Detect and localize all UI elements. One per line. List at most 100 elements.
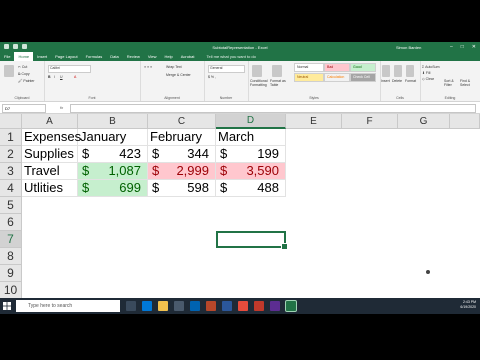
row-header-3[interactable]: 3: [0, 163, 22, 180]
worksheet-grid[interactable]: A B C D E F G 1 2 3 4 5 6 7 8 9 10 Expen…: [0, 114, 480, 302]
tab-page-layout[interactable]: Page Layout: [51, 52, 81, 61]
clock-date[interactable]: 6/19/2020: [460, 305, 476, 310]
select-all-corner[interactable]: [0, 114, 22, 129]
cell-c4[interactable]: $598: [148, 180, 216, 197]
chrome-icon[interactable]: [238, 301, 248, 311]
tab-insert[interactable]: Insert: [33, 52, 51, 61]
italic-button[interactable]: I: [54, 75, 55, 79]
active-cell-d7[interactable]: [216, 231, 288, 250]
minimize-icon[interactable]: –: [450, 44, 453, 50]
format-button[interactable]: Format: [405, 79, 416, 83]
style-good[interactable]: Good: [350, 63, 376, 72]
number-format-select[interactable]: General: [208, 65, 245, 73]
onenote-icon[interactable]: [270, 301, 280, 311]
font-name-select[interactable]: Calibri: [48, 65, 91, 73]
column-header-b[interactable]: B: [78, 114, 148, 129]
format-painter-icon[interactable]: 🖌 Painter: [18, 79, 35, 83]
currency-icon[interactable]: $ % ,: [208, 75, 216, 79]
cell-c3[interactable]: $2,999: [148, 163, 216, 180]
style-bad[interactable]: Bad: [324, 63, 350, 72]
row-header-8[interactable]: 8: [0, 248, 22, 265]
row-header-6[interactable]: 6: [0, 214, 22, 231]
insert-button[interactable]: Insert: [381, 79, 390, 83]
cell-a1[interactable]: Expenses: [22, 129, 81, 146]
sort-filter-button[interactable]: Sort & Filter: [444, 79, 458, 87]
column-header-blank[interactable]: [450, 114, 480, 129]
row-header-1[interactable]: 1: [0, 129, 22, 146]
style-normal[interactable]: Normal: [294, 63, 324, 72]
format-as-table-icon[interactable]: [272, 65, 282, 77]
row-header-2[interactable]: 2: [0, 146, 22, 163]
column-header-c[interactable]: C: [148, 114, 216, 129]
column-header-g[interactable]: G: [398, 114, 450, 129]
format-as-table-button[interactable]: Format as Table: [270, 79, 286, 87]
tab-help[interactable]: Help: [160, 52, 176, 61]
tab-formulas[interactable]: Formulas: [82, 52, 107, 61]
maximize-icon[interactable]: □: [461, 44, 464, 50]
tab-acrobat[interactable]: Acrobat: [177, 52, 199, 61]
row-header-4[interactable]: 4: [0, 180, 22, 197]
user-name[interactable]: Simon Barden: [396, 45, 421, 50]
close-icon[interactable]: ✕: [472, 44, 476, 50]
cell-a3[interactable]: Travel: [22, 163, 78, 180]
copy-icon[interactable]: ⧉ Copy: [18, 72, 30, 76]
style-check-cell[interactable]: Check Cell: [350, 73, 376, 82]
store-icon[interactable]: [174, 301, 184, 311]
cut-icon[interactable]: ✂ Cut: [18, 65, 27, 69]
find-select-button[interactable]: Find & Select: [460, 79, 474, 87]
cell-b4[interactable]: $699: [78, 180, 148, 197]
tell-me-search[interactable]: Tell me what you want to do: [199, 54, 256, 59]
cell-d4[interactable]: $488: [216, 180, 286, 197]
task-view-icon[interactable]: [126, 301, 136, 311]
paste-icon[interactable]: [4, 65, 14, 77]
style-calculation[interactable]: Calculation: [324, 73, 350, 82]
file-explorer-icon[interactable]: [158, 301, 168, 311]
wrap-text-button[interactable]: Wrap Text: [166, 65, 182, 69]
insert-icon[interactable]: [382, 65, 390, 77]
cell-a2[interactable]: Supplies: [22, 146, 78, 163]
align-icons[interactable]: ≡ ≡ ≡: [144, 65, 152, 69]
cell-d3[interactable]: $3,590: [216, 163, 286, 180]
excel-taskbar-icon[interactable]: [285, 300, 297, 312]
cell-c1[interactable]: February: [148, 129, 216, 146]
format-icon[interactable]: [406, 65, 414, 77]
column-header-f[interactable]: F: [342, 114, 398, 129]
tab-file[interactable]: File: [0, 52, 14, 61]
row-header-10[interactable]: 10: [0, 282, 22, 299]
row-header-7[interactable]: 7: [0, 231, 22, 248]
bold-button[interactable]: B: [48, 75, 51, 79]
delete-icon[interactable]: [394, 65, 402, 77]
tab-home[interactable]: Home: [14, 52, 34, 61]
delete-button[interactable]: Delete: [392, 79, 402, 83]
fill-button[interactable]: ⬇ Fill: [422, 71, 430, 75]
column-header-e[interactable]: E: [286, 114, 342, 129]
cell-a4[interactable]: Utlities: [22, 180, 78, 197]
mail-icon[interactable]: [190, 301, 200, 311]
cell-b2[interactable]: $423: [78, 146, 148, 163]
cell-d1[interactable]: March: [216, 129, 286, 146]
tab-data[interactable]: Data: [106, 52, 122, 61]
clear-button[interactable]: ◇ Clear: [422, 77, 434, 81]
formula-input[interactable]: [70, 104, 476, 113]
fx-icon[interactable]: fx: [60, 105, 63, 110]
acrobat-icon[interactable]: [254, 301, 264, 311]
tab-review[interactable]: Review: [123, 52, 144, 61]
style-neutral[interactable]: Neutral: [294, 73, 324, 82]
underline-button[interactable]: U: [60, 75, 63, 79]
row-header-9[interactable]: 9: [0, 265, 22, 282]
cell-d2[interactable]: $199: [216, 146, 286, 163]
conditional-formatting-button[interactable]: Conditional Formatting: [250, 79, 268, 87]
merge-center-button[interactable]: Merge & Center: [166, 73, 191, 77]
edge-icon[interactable]: [142, 301, 152, 311]
conditional-formatting-icon[interactable]: [252, 65, 262, 77]
cell-b3[interactable]: $1,087: [78, 163, 148, 180]
row-header-5[interactable]: 5: [0, 197, 22, 214]
autosum-button[interactable]: Σ AutoSum: [422, 65, 440, 69]
taskbar-search[interactable]: Type here to search: [16, 300, 120, 312]
column-header-a[interactable]: A: [22, 114, 78, 129]
name-box[interactable]: D7: [2, 104, 46, 113]
cell-c2[interactable]: $344: [148, 146, 216, 163]
font-color-icon[interactable]: A: [74, 75, 76, 79]
tab-view[interactable]: View: [144, 52, 161, 61]
powerpoint-icon[interactable]: [206, 301, 216, 311]
